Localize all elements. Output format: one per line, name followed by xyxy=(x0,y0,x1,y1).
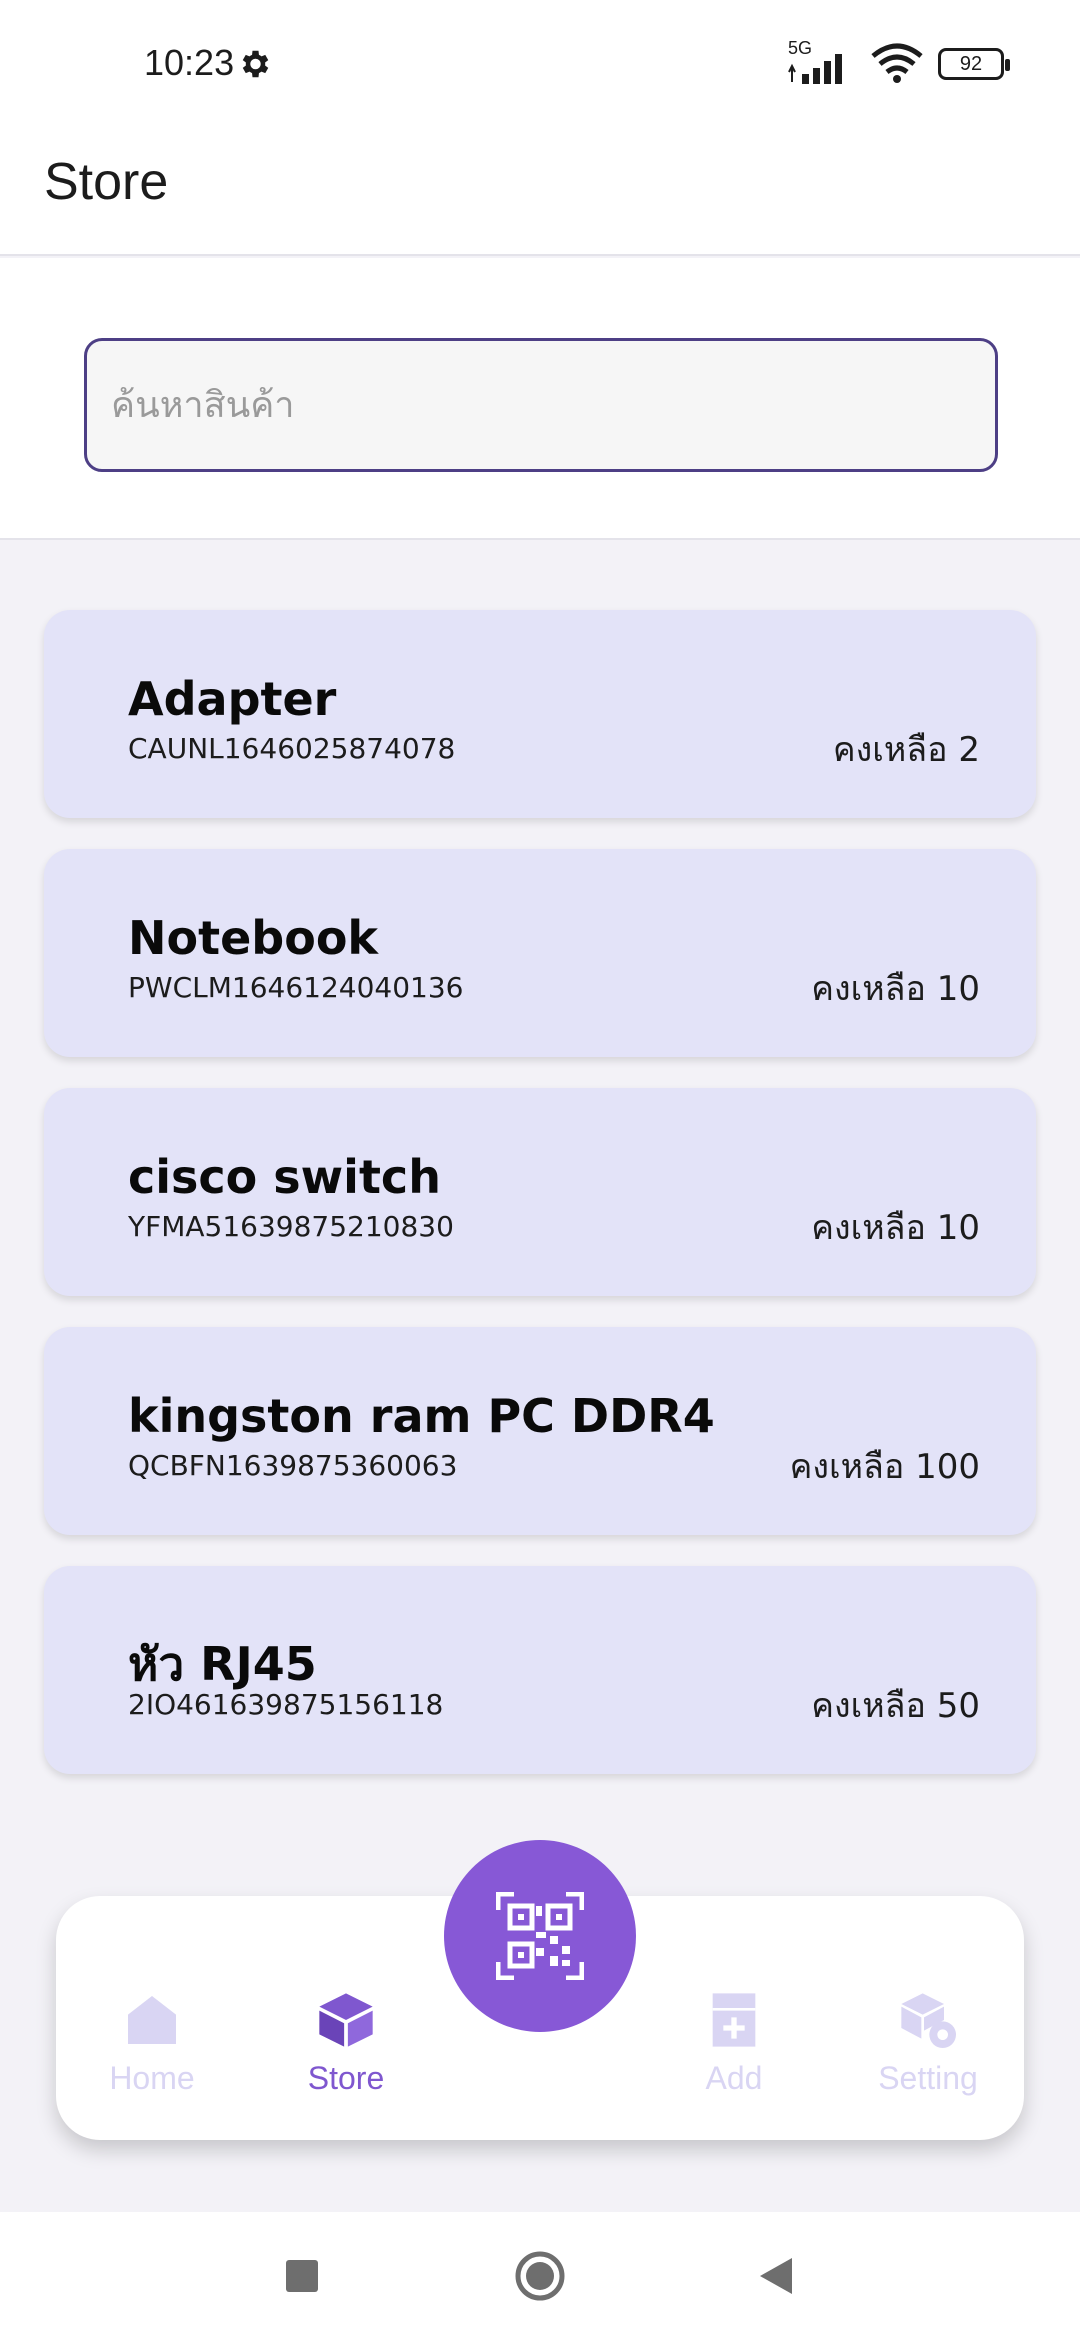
page-title: Store xyxy=(44,153,169,211)
product-code: PWCLM1646124040136 xyxy=(128,971,464,1004)
product-stock: คงเหลือ 50 xyxy=(811,1686,980,1726)
home-icon xyxy=(128,1996,176,2044)
back-button[interactable] xyxy=(756,2256,796,2301)
product-stock: คงเหลือ 100 xyxy=(789,1447,980,1487)
product-card[interactable]: cisco switch YFMA51639875210830 คงเหลือ … xyxy=(44,1088,1036,1296)
nav-item-home[interactable]: Home xyxy=(82,1988,222,2097)
search-section xyxy=(0,258,1080,540)
product-stock: คงเหลือ 10 xyxy=(811,969,980,1009)
recents-button[interactable] xyxy=(284,2258,320,2299)
signal-icon: 5G xyxy=(786,38,856,86)
wifi-icon xyxy=(871,43,923,83)
product-code: QCBFN1639875360063 xyxy=(128,1449,458,1482)
nav-item-store[interactable]: Store xyxy=(276,1988,416,2097)
product-stock: คงเหลือ 2 xyxy=(832,730,980,770)
home-system-button[interactable] xyxy=(514,2250,566,2307)
back-triangle-icon xyxy=(760,2258,792,2294)
product-list: Adapter CAUNL1646025874078 คงเหลือ 2 Not… xyxy=(44,610,1036,1805)
system-nav-bar xyxy=(0,2212,1080,2340)
nav-label: Add xyxy=(705,2060,763,2096)
battery-level: 92 xyxy=(959,52,983,75)
product-name: cisco switch xyxy=(128,1150,441,1204)
nav-label: Store xyxy=(307,2060,385,2096)
product-code: YFMA51639875210830 xyxy=(128,1210,454,1243)
product-name: Notebook xyxy=(128,911,379,965)
status-icons: 5G 92 xyxy=(786,38,1010,88)
qr-code-icon xyxy=(496,1892,584,1980)
status-time: 10:23 xyxy=(144,42,235,83)
product-card[interactable]: Notebook PWCLM1646124040136 คงเหลือ 10 xyxy=(44,849,1036,1057)
search-input[interactable] xyxy=(87,341,995,469)
box-icon xyxy=(319,1993,373,2047)
app-bar: Store xyxy=(0,128,1080,256)
product-code: 2IO461639875156118 xyxy=(128,1688,444,1721)
search-field[interactable] xyxy=(84,338,998,472)
product-card[interactable]: Adapter CAUNL1646025874078 คงเหลือ 2 xyxy=(44,610,1036,818)
add-box-icon xyxy=(712,1993,756,2047)
scan-qr-button[interactable] xyxy=(444,1840,636,2032)
nav-label: Home xyxy=(109,2060,195,2096)
settings-box-icon xyxy=(901,1993,956,2048)
square-icon xyxy=(286,2260,318,2292)
product-name: Adapter xyxy=(128,672,337,726)
battery-icon: 92 xyxy=(938,48,1010,80)
status-bar: 10:23 5G 92 xyxy=(0,0,1080,128)
nav-item-setting[interactable]: Setting xyxy=(858,1988,998,2097)
circle-icon xyxy=(515,2251,565,2301)
nav-label: Setting xyxy=(878,2060,978,2096)
nav-item-add[interactable]: Add xyxy=(664,1988,804,2097)
product-stock: คงเหลือ 10 xyxy=(811,1208,980,1248)
product-card[interactable]: kingston ram PC DDR4 QCBFN1639875360063 … xyxy=(44,1327,1036,1535)
product-code: CAUNL1646025874078 xyxy=(128,732,456,765)
product-name: kingston ram PC DDR4 xyxy=(128,1389,715,1443)
product-card[interactable]: หัว RJ45 2IO461639875156118 คงเหลือ 50 xyxy=(44,1566,1036,1774)
gear-icon xyxy=(242,50,269,78)
